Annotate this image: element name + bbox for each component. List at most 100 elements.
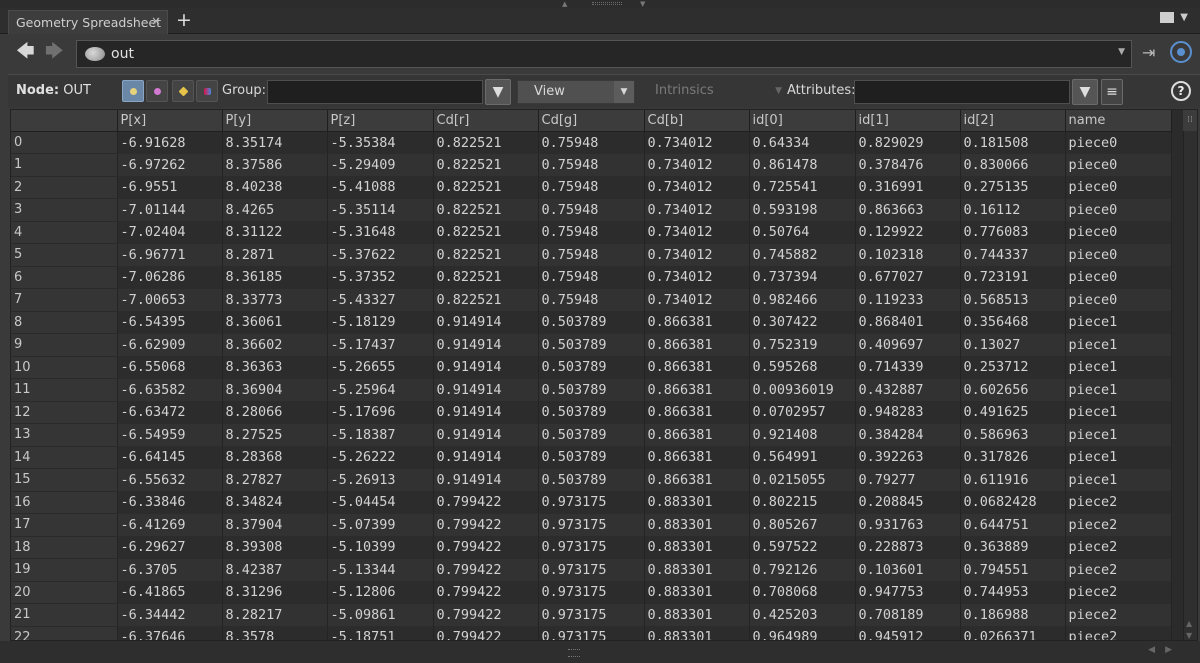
table-row[interactable]: 8 -6.54395 8.36061 -5.18129 0.914914 0.503789…: [11, 311, 1172, 334]
column-header[interactable]: name: [1065, 110, 1172, 132]
table-cell[interactable]: -6.34442: [117, 603, 223, 626]
table-cell[interactable]: 0.822521: [433, 288, 539, 311]
table-cell[interactable]: 0.799422: [433, 626, 539, 640]
table-cell[interactable]: -5.09861: [327, 603, 434, 626]
table-cell[interactable]: 0.0266371: [960, 626, 1066, 640]
table-cell[interactable]: -6.63472: [117, 401, 223, 424]
table-cell[interactable]: 8.36185: [222, 266, 328, 289]
table-cell[interactable]: -6.9551: [117, 176, 223, 199]
table-cell[interactable]: 0.948283: [855, 401, 961, 424]
table-cell[interactable]: 0.503789: [538, 401, 645, 424]
table-cell[interactable]: -5.10399: [327, 536, 434, 559]
row-index[interactable]: 22: [11, 626, 118, 640]
table-cell[interactable]: 0.914914: [433, 378, 539, 401]
table-cell[interactable]: 0.822521: [433, 198, 539, 221]
table-cell[interactable]: 0.866381: [644, 468, 750, 491]
table-cell[interactable]: -5.18387: [327, 423, 434, 446]
table-cell[interactable]: 8.31296: [222, 581, 328, 604]
table-cell[interactable]: 0.914914: [433, 311, 539, 334]
table-cell[interactable]: 0.883301: [644, 536, 750, 559]
row-index[interactable]: 20: [11, 581, 118, 604]
table-cell[interactable]: -5.17437: [327, 333, 434, 356]
table-cell[interactable]: -6.3705: [117, 558, 223, 581]
table-cell[interactable]: 8.40238: [222, 176, 328, 199]
table-cell[interactable]: 0.568513: [960, 288, 1066, 311]
table-cell[interactable]: 0.883301: [644, 603, 750, 626]
table-cell[interactable]: -6.62909: [117, 333, 223, 356]
scroll-arrows-icon[interactable]: ◀▶: [1148, 645, 1182, 655]
table-cell[interactable]: 0.384284: [855, 423, 961, 446]
table-cell[interactable]: -5.26655: [327, 356, 434, 379]
table-cell[interactable]: -5.37622: [327, 243, 434, 266]
table-cell[interactable]: 0.181508: [960, 131, 1066, 154]
table-cell[interactable]: -5.41088: [327, 176, 434, 199]
table-cell[interactable]: 0.734012: [644, 131, 750, 154]
grid-icon[interactable]: ⁞⁞: [1183, 110, 1197, 131]
column-header[interactable]: Cd[g]: [538, 110, 645, 132]
column-header[interactable]: Cd[r]: [433, 110, 539, 132]
row-index[interactable]: 6: [11, 266, 118, 289]
table-cell[interactable]: 0.16112: [960, 198, 1066, 221]
table-cell[interactable]: 0.103601: [855, 558, 961, 581]
table-cell[interactable]: 0.799422: [433, 603, 539, 626]
table-cell[interactable]: -5.17696: [327, 401, 434, 424]
column-header[interactable]: P[x]: [117, 110, 223, 132]
table-row[interactable]: 3 -7.01144 8.4265 -5.35114 0.822521 0.75948 0.…: [11, 198, 1172, 222]
table-cell[interactable]: piece1: [1065, 423, 1172, 446]
table-cell[interactable]: piece0: [1065, 153, 1172, 176]
table-cell[interactable]: 0.75948: [538, 266, 645, 289]
intrinsics-menu[interactable]: Intrinsics ▼: [642, 80, 784, 104]
table-cell[interactable]: -5.35384: [327, 131, 434, 154]
table-cell[interactable]: 0.973175: [538, 558, 645, 581]
table-cell[interactable]: 0.316991: [855, 176, 961, 199]
table-cell[interactable]: 0.564991: [749, 446, 856, 469]
row-index[interactable]: 2: [11, 176, 118, 199]
table-cell[interactable]: 0.866381: [644, 356, 750, 379]
table-cell[interactable]: 0.378476: [855, 153, 961, 176]
table-cell[interactable]: 0.866381: [644, 446, 750, 469]
table-cell[interactable]: 0.752319: [749, 333, 856, 356]
column-header[interactable]: P[z]: [327, 110, 434, 132]
table-row[interactable]: 5 -6.96771 8.2871 -5.37622 0.822521 0.75948 0.…: [11, 243, 1172, 267]
table-cell[interactable]: 0.964989: [749, 626, 856, 640]
table-row[interactable]: 17 -6.41269 8.37904 -5.07399 0.799422 0.97317…: [11, 513, 1172, 537]
table-cell[interactable]: 0.863663: [855, 198, 961, 221]
spreadsheet-table[interactable]: P[x] P[y] P[z] Cd[r] Cd[g] Cd[b] id[0] id[1] id[…: [10, 109, 1198, 641]
table-cell[interactable]: piece2: [1065, 536, 1172, 559]
table-cell[interactable]: 8.3578: [222, 626, 328, 640]
table-cell[interactable]: 0.503789: [538, 423, 645, 446]
table-cell[interactable]: -5.37352: [327, 266, 434, 289]
table-cell[interactable]: 0.208845: [855, 491, 961, 514]
table-cell[interactable]: 0.79277: [855, 468, 961, 491]
row-index[interactable]: 21: [11, 603, 118, 627]
table-cell[interactable]: piece0: [1065, 266, 1172, 289]
table-cell[interactable]: 0.275135: [960, 176, 1066, 199]
table-cell[interactable]: 0.973175: [538, 491, 645, 514]
detail-class-button[interactable]: [196, 80, 218, 102]
table-cell[interactable]: 0.644751: [960, 513, 1066, 536]
row-index[interactable]: 9: [11, 333, 118, 357]
chevron-down-icon[interactable]: ▼: [1118, 47, 1125, 57]
row-index[interactable]: 7: [11, 288, 118, 312]
table-cell[interactable]: -7.01144: [117, 198, 223, 221]
table-cell[interactable]: 8.37904: [222, 513, 328, 536]
table-cell[interactable]: 0.425203: [749, 603, 856, 626]
table-cell[interactable]: piece0: [1065, 288, 1172, 311]
row-index[interactable]: 12: [11, 401, 118, 424]
row-index[interactable]: 11: [11, 378, 118, 402]
table-cell[interactable]: 0.708189: [855, 603, 961, 626]
table-cell[interactable]: 0.491625: [960, 401, 1066, 424]
table-cell[interactable]: 0.734012: [644, 176, 750, 199]
table-cell[interactable]: -6.96771: [117, 243, 223, 266]
table-cell[interactable]: 0.228873: [855, 536, 961, 559]
table-cell[interactable]: 0.503789: [538, 333, 645, 356]
table-row[interactable]: 19 -6.3705 8.42387 -5.13344 0.799422 0.973175…: [11, 558, 1172, 582]
column-header[interactable]: P[y]: [222, 110, 328, 132]
table-cell[interactable]: 0.00936019: [749, 378, 856, 401]
group-input[interactable]: [267, 80, 483, 104]
table-cell[interactable]: 0.432887: [855, 378, 961, 401]
table-cell[interactable]: 0.866381: [644, 333, 750, 356]
table-cell[interactable]: 0.799422: [433, 581, 539, 604]
table-cell[interactable]: 0.50764: [749, 221, 856, 244]
table-cell[interactable]: 0.0215055: [749, 468, 856, 491]
